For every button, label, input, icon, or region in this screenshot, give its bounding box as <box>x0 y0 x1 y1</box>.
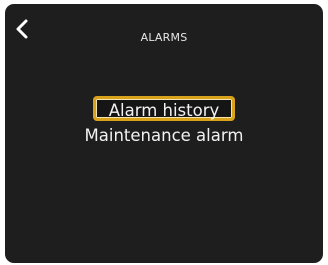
menu-item-alarm-history[interactable]: Alarm history <box>93 96 235 121</box>
page-title: ALARMS <box>140 31 188 44</box>
alarms-menu: Alarm history Maintenance alarm <box>5 96 323 147</box>
menu-item-maintenance-alarm[interactable]: Maintenance alarm <box>5 125 323 147</box>
device-screen: ALARMS Alarm history Maintenance alarm <box>5 4 323 263</box>
